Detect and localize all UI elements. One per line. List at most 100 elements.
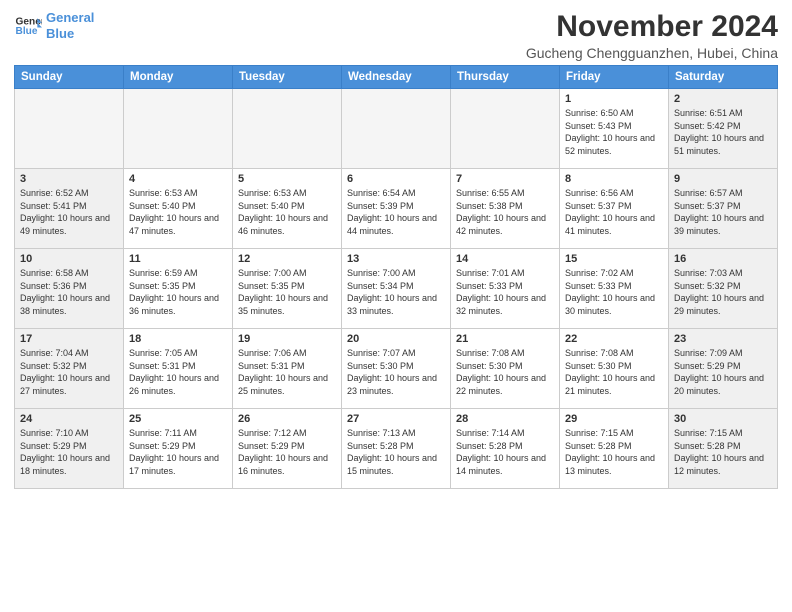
day-cell: 10 Sunrise: 6:58 AMSunset: 5:36 PMDayligh… xyxy=(15,249,124,329)
day-info: Sunrise: 7:03 AMSunset: 5:32 PMDaylight:… xyxy=(674,267,772,317)
day-number: 4 xyxy=(129,173,227,185)
day-number: 5 xyxy=(238,173,336,185)
day-cell: 25Sunrise: 7:11 AMSunset: 5:29 PMDayligh… xyxy=(124,409,233,489)
day-number: 20 xyxy=(347,333,445,345)
day-info: Sunrise: 7:08 AMSunset: 5:30 PMDaylight:… xyxy=(565,347,663,397)
day-number: 17 xyxy=(20,333,118,345)
header: General Blue General Blue November 2024 … xyxy=(14,10,778,61)
day-cell: 11 Sunrise: 6:59 AMSunset: 5:35 PMDayligh… xyxy=(124,249,233,329)
day-number: 21 xyxy=(456,333,554,345)
day-cell xyxy=(233,89,342,169)
day-number: 14 xyxy=(456,253,554,265)
day-info: Sunrise: 6:55 AMSunset: 5:38 PMDaylight:… xyxy=(456,187,554,237)
day-info: Sunrise: 6:54 AMSunset: 5:39 PMDaylight:… xyxy=(347,187,445,237)
day-cell: 14 Sunrise: 7:01 AMSunset: 5:33 PMDayligh… xyxy=(451,249,560,329)
day-info: Sunrise: 7:05 AMSunset: 5:31 PMDaylight:… xyxy=(129,347,227,397)
day-number: 28 xyxy=(456,413,554,425)
weekday-header-friday: Friday xyxy=(560,66,669,89)
day-info: Sunrise: 7:00 AMSunset: 5:34 PMDaylight:… xyxy=(347,267,445,317)
day-info: Sunrise: 7:09 AMSunset: 5:29 PMDaylight:… xyxy=(674,347,772,397)
day-info: Sunrise: 6:52 AMSunset: 5:41 PMDaylight:… xyxy=(20,187,118,237)
day-cell: 28 Sunrise: 7:14 AMSunset: 5:28 PMDayligh… xyxy=(451,409,560,489)
day-info: Sunrise: 7:15 AMSunset: 5:28 PMDaylight:… xyxy=(674,427,772,477)
week-row-2: 3Sunrise: 6:52 AMSunset: 5:41 PMDaylight… xyxy=(15,169,778,249)
calendar-page: General Blue General Blue November 2024 … xyxy=(0,0,792,612)
day-info: Sunrise: 6:58 AMSunset: 5:36 PMDaylight:… xyxy=(20,267,118,317)
day-info: Sunrise: 6:53 AMSunset: 5:40 PMDaylight:… xyxy=(238,187,336,237)
day-cell: 15 Sunrise: 7:02 AMSunset: 5:33 PMDayligh… xyxy=(560,249,669,329)
day-cell: 22 Sunrise: 7:08 AMSunset: 5:30 PMDayligh… xyxy=(560,329,669,409)
day-cell: 24 Sunrise: 7:10 AMSunset: 5:29 PMDayligh… xyxy=(15,409,124,489)
day-info: Sunrise: 6:59 AMSunset: 5:35 PMDaylight:… xyxy=(129,267,227,317)
day-info: Sunrise: 6:57 AMSunset: 5:37 PMDaylight:… xyxy=(674,187,772,237)
day-info: Sunrise: 7:00 AMSunset: 5:35 PMDaylight:… xyxy=(238,267,336,317)
svg-text:Blue: Blue xyxy=(16,25,38,36)
day-info: Sunrise: 6:50 AMSunset: 5:43 PMDaylight:… xyxy=(565,107,663,157)
day-number: 16 xyxy=(674,253,772,265)
day-number: 19 xyxy=(238,333,336,345)
logo-icon: General Blue xyxy=(14,12,42,40)
day-number: 29 xyxy=(565,413,663,425)
day-number: 13 xyxy=(347,253,445,265)
weekday-header-sunday: Sunday xyxy=(15,66,124,89)
weekday-header-saturday: Saturday xyxy=(669,66,778,89)
day-cell: 13 Sunrise: 7:00 AMSunset: 5:34 PMDayligh… xyxy=(342,249,451,329)
day-cell: 9Sunrise: 6:57 AMSunset: 5:37 PMDaylight… xyxy=(669,169,778,249)
day-cell: 8 Sunrise: 6:56 AMSunset: 5:37 PMDaylight… xyxy=(560,169,669,249)
day-cell: 3Sunrise: 6:52 AMSunset: 5:41 PMDaylight… xyxy=(15,169,124,249)
day-number: 24 xyxy=(20,413,118,425)
day-info: Sunrise: 7:08 AMSunset: 5:30 PMDaylight:… xyxy=(456,347,554,397)
week-row-1: 1 Sunrise: 6:50 AMSunset: 5:43 PMDaylight… xyxy=(15,89,778,169)
day-cell: 18 Sunrise: 7:05 AMSunset: 5:31 PMDayligh… xyxy=(124,329,233,409)
day-cell xyxy=(124,89,233,169)
day-number: 1 xyxy=(565,93,663,105)
day-cell: 20 Sunrise: 7:07 AMSunset: 5:30 PMDayligh… xyxy=(342,329,451,409)
day-cell xyxy=(451,89,560,169)
day-info: Sunrise: 6:53 AMSunset: 5:40 PMDaylight:… xyxy=(129,187,227,237)
logo-text: General Blue xyxy=(46,10,94,41)
day-number: 8 xyxy=(565,173,663,185)
day-cell: 17 Sunrise: 7:04 AMSunset: 5:32 PMDayligh… xyxy=(15,329,124,409)
day-cell: 30 Sunrise: 7:15 AMSunset: 5:28 PMDayligh… xyxy=(669,409,778,489)
day-cell: 7 Sunrise: 6:55 AMSunset: 5:38 PMDaylight… xyxy=(451,169,560,249)
day-info: Sunrise: 6:56 AMSunset: 5:37 PMDaylight:… xyxy=(565,187,663,237)
day-cell: 27Sunrise: 7:13 AMSunset: 5:28 PMDayligh… xyxy=(342,409,451,489)
day-info: Sunrise: 7:14 AMSunset: 5:28 PMDaylight:… xyxy=(456,427,554,477)
day-info: Sunrise: 7:04 AMSunset: 5:32 PMDaylight:… xyxy=(20,347,118,397)
weekday-header-row: SundayMondayTuesdayWednesdayThursdayFrid… xyxy=(15,66,778,89)
day-info: Sunrise: 7:10 AMSunset: 5:29 PMDaylight:… xyxy=(20,427,118,477)
title-block: November 2024 Gucheng Chengguanzhen, Hub… xyxy=(526,10,778,61)
day-info: Sunrise: 7:02 AMSunset: 5:33 PMDaylight:… xyxy=(565,267,663,317)
day-number: 10 xyxy=(20,253,118,265)
day-info: Sunrise: 7:12 AMSunset: 5:29 PMDaylight:… xyxy=(238,427,336,477)
day-cell xyxy=(342,89,451,169)
week-row-4: 17 Sunrise: 7:04 AMSunset: 5:32 PMDayligh… xyxy=(15,329,778,409)
week-row-3: 10 Sunrise: 6:58 AMSunset: 5:36 PMDayligh… xyxy=(15,249,778,329)
day-info: Sunrise: 7:06 AMSunset: 5:31 PMDaylight:… xyxy=(238,347,336,397)
day-number: 15 xyxy=(565,253,663,265)
week-row-5: 24 Sunrise: 7:10 AMSunset: 5:29 PMDayligh… xyxy=(15,409,778,489)
day-cell: 12Sunrise: 7:00 AMSunset: 5:35 PMDayligh… xyxy=(233,249,342,329)
day-cell xyxy=(15,89,124,169)
day-number: 11 xyxy=(129,253,227,265)
day-number: 18 xyxy=(129,333,227,345)
day-number: 30 xyxy=(674,413,772,425)
day-number: 22 xyxy=(565,333,663,345)
day-info: Sunrise: 7:07 AMSunset: 5:30 PMDaylight:… xyxy=(347,347,445,397)
day-number: 7 xyxy=(456,173,554,185)
day-cell: 5 Sunrise: 6:53 AMSunset: 5:40 PMDaylight… xyxy=(233,169,342,249)
location: Gucheng Chengguanzhen, Hubei, China xyxy=(526,45,778,61)
day-info: Sunrise: 7:13 AMSunset: 5:28 PMDaylight:… xyxy=(347,427,445,477)
day-number: 23 xyxy=(674,333,772,345)
logo: General Blue General Blue xyxy=(14,10,94,41)
day-cell: 29 Sunrise: 7:15 AMSunset: 5:28 PMDayligh… xyxy=(560,409,669,489)
day-cell: 21 Sunrise: 7:08 AMSunset: 5:30 PMDayligh… xyxy=(451,329,560,409)
day-info: Sunrise: 7:15 AMSunset: 5:28 PMDaylight:… xyxy=(565,427,663,477)
day-cell: 2Sunrise: 6:51 AMSunset: 5:42 PMDaylight… xyxy=(669,89,778,169)
day-info: Sunrise: 7:01 AMSunset: 5:33 PMDaylight:… xyxy=(456,267,554,317)
weekday-header-tuesday: Tuesday xyxy=(233,66,342,89)
weekday-header-wednesday: Wednesday xyxy=(342,66,451,89)
day-cell: 16 Sunrise: 7:03 AMSunset: 5:32 PMDayligh… xyxy=(669,249,778,329)
month-title: November 2024 xyxy=(526,10,778,43)
day-number: 25 xyxy=(129,413,227,425)
